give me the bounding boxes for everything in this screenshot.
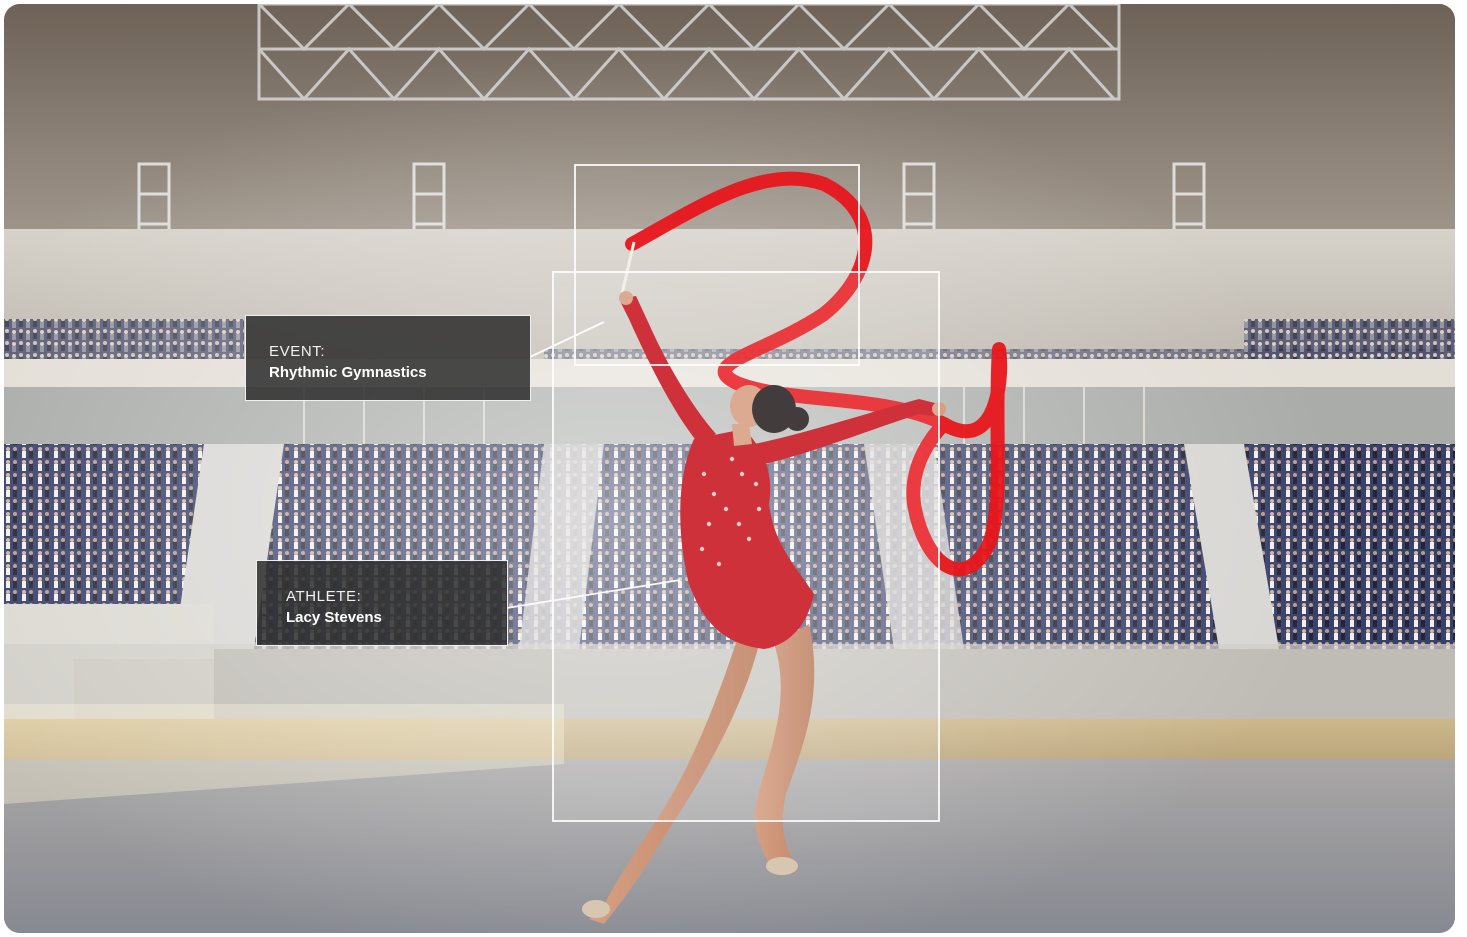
athlete-label-box: ATHLETE: Lacy Stevens <box>256 560 508 646</box>
event-label-box: EVENT: Rhythmic Gymnastics <box>245 315 531 401</box>
athlete-label-key: ATHLETE: <box>286 588 362 605</box>
event-label-value: Rhythmic Gymnastics <box>269 364 427 381</box>
photo-frame: EVENT: Rhythmic Gymnastics ATHLETE: Lacy… <box>4 4 1455 933</box>
event-label-key: EVENT: <box>269 343 326 360</box>
athlete-label-value: Lacy Stevens <box>286 609 382 626</box>
arena-photo <box>4 4 1455 933</box>
